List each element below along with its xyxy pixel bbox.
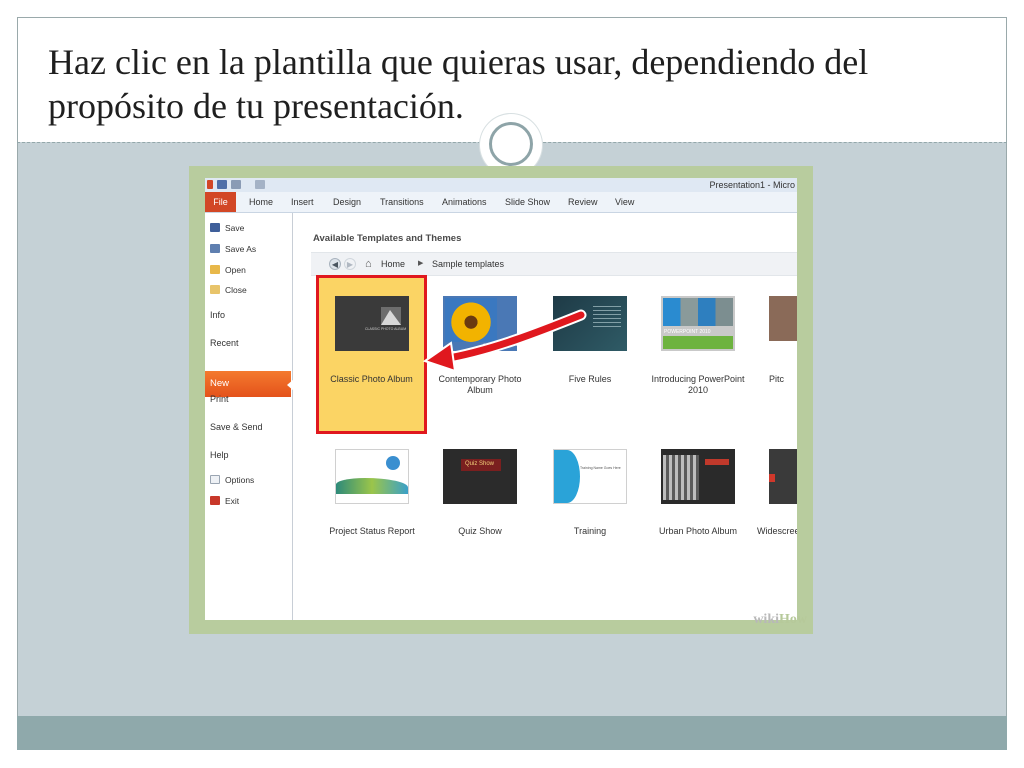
- tab-file[interactable]: File: [205, 192, 236, 212]
- tab-insert[interactable]: Insert: [291, 197, 314, 207]
- app-logo-icon: [207, 180, 213, 189]
- save-icon[interactable]: [217, 180, 227, 189]
- template-thumb-project-status-report[interactable]: [335, 449, 409, 504]
- embedded-screenshot: Presentation1 - Micro File Home Insert D…: [189, 166, 813, 634]
- forward-button[interactable]: ▶: [344, 258, 356, 270]
- template-thumb-classic-photo-album[interactable]: CLASSIC PHOTO ALBUM: [335, 296, 409, 351]
- menu-exit-label: Exit: [225, 496, 240, 506]
- save-as-icon: [210, 244, 220, 253]
- tab-animations[interactable]: Animations: [442, 197, 487, 207]
- menu-recent[interactable]: Recent: [210, 338, 239, 348]
- wikihow-watermark: wikiHow: [753, 612, 807, 628]
- menu-options-label: Options: [225, 475, 255, 485]
- text-lines: [593, 306, 621, 330]
- mountain-icon: [381, 307, 401, 325]
- back-button[interactable]: ◀: [329, 258, 341, 270]
- breadcrumb: ◀ ▶ ⌂ Home ▶ Sample templates: [311, 252, 797, 276]
- thumb-curve: [554, 450, 580, 503]
- template-thumb-widescreen[interactable]: [769, 449, 797, 504]
- template-thumb-quiz-show[interactable]: Quiz Show: [443, 449, 517, 504]
- template-label-contemporary-photo-album[interactable]: Contemporary Photo Album: [434, 374, 526, 396]
- window-title: Presentation1 - Micro: [709, 180, 795, 190]
- templates-pane: Available Templates and Themes ◀ ▶ ⌂ Hom…: [293, 213, 797, 620]
- menu-print[interactable]: Print: [210, 394, 229, 404]
- tab-review[interactable]: Review: [568, 197, 598, 207]
- thumb-grid: [663, 298, 733, 326]
- menu-close[interactable]: Close: [210, 285, 247, 295]
- template-label-quiz-show[interactable]: Quiz Show: [434, 526, 526, 537]
- template-label-widescreen[interactable]: Widescree: [757, 526, 797, 537]
- title-bar: Presentation1 - Micro: [205, 178, 797, 192]
- undo-icon[interactable]: [231, 180, 241, 189]
- template-label-pitch[interactable]: Pitc: [769, 374, 797, 385]
- breadcrumb-current: Sample templates: [432, 259, 505, 269]
- thumb-green-band: [663, 336, 733, 349]
- thumb-globe-icon: [386, 456, 400, 470]
- tab-home[interactable]: Home: [249, 197, 273, 207]
- thumb-photo: [663, 455, 699, 500]
- save-icon: [210, 223, 220, 232]
- tab-view[interactable]: View: [615, 197, 634, 207]
- thumb-accent: [769, 474, 775, 482]
- thumb-accent: [705, 459, 729, 465]
- powerpoint-window: Presentation1 - Micro File Home Insert D…: [205, 178, 797, 620]
- breadcrumb-home[interactable]: Home: [381, 259, 405, 269]
- menu-save-send[interactable]: Save & Send: [210, 422, 263, 432]
- thumb-text: POWERPOINT 2010: [664, 329, 711, 335]
- thumb-text: Training Name Goes Here: [580, 466, 621, 470]
- ornament-ring: [489, 122, 533, 166]
- thumb-text: Quiz Show: [465, 461, 495, 467]
- tab-transitions[interactable]: Transitions: [380, 197, 424, 207]
- menu-save-as[interactable]: Save As: [210, 244, 256, 254]
- watermark-wiki: wiki: [753, 612, 779, 627]
- backstage-menu: Save Save As Open Close Info Recent New …: [205, 213, 294, 620]
- menu-info[interactable]: Info: [210, 310, 225, 320]
- template-thumb-pitch[interactable]: [769, 296, 797, 351]
- menu-open-label: Open: [225, 265, 246, 275]
- ribbon-tabs: File Home Insert Design Transitions Anim…: [205, 192, 797, 213]
- template-label-introducing-powerpoint[interactable]: Introducing PowerPoint 2010: [648, 374, 748, 396]
- menu-options[interactable]: Options: [210, 475, 254, 485]
- folder-close-icon: [210, 285, 220, 294]
- menu-exit[interactable]: Exit: [210, 496, 239, 506]
- tab-slide-show[interactable]: Slide Show: [505, 197, 550, 207]
- exit-icon: [210, 496, 220, 505]
- watermark-how: How: [779, 612, 807, 627]
- menu-save-label: Save: [225, 223, 245, 233]
- template-label-training[interactable]: Training: [543, 526, 637, 537]
- tab-design[interactable]: Design: [333, 197, 361, 207]
- template-label-five-rules[interactable]: Five Rules: [543, 374, 637, 385]
- template-label-project-status-report[interactable]: Project Status Report: [317, 526, 427, 537]
- section-heading: Available Templates and Themes: [313, 233, 462, 244]
- thumb-text: CLASSIC PHOTO ALBUM: [365, 327, 407, 331]
- breadcrumb-separator-icon: ▶: [418, 260, 424, 267]
- thumb-wave: [336, 478, 408, 494]
- menu-help[interactable]: Help: [210, 450, 229, 460]
- footer-bar: [17, 716, 1007, 750]
- menu-save-as-label: Save As: [225, 244, 257, 254]
- template-thumb-urban-photo-album[interactable]: [661, 449, 735, 504]
- template-thumb-training[interactable]: Training Name Goes Here: [553, 449, 627, 504]
- red-arrow-annotation: [422, 309, 587, 373]
- options-icon: [210, 475, 220, 484]
- redo-icon[interactable]: [255, 180, 265, 189]
- template-label-urban-photo-album[interactable]: Urban Photo Album: [648, 526, 748, 537]
- menu-save[interactable]: Save: [210, 223, 244, 233]
- home-icon[interactable]: ⌂: [365, 258, 372, 270]
- folder-open-icon: [210, 265, 220, 274]
- template-label-classic-photo-album[interactable]: Classic Photo Album: [319, 374, 424, 385]
- menu-open[interactable]: Open: [210, 265, 246, 275]
- template-thumb-introducing-powerpoint[interactable]: POWERPOINT 2010: [661, 296, 735, 351]
- menu-close-label: Close: [225, 285, 247, 295]
